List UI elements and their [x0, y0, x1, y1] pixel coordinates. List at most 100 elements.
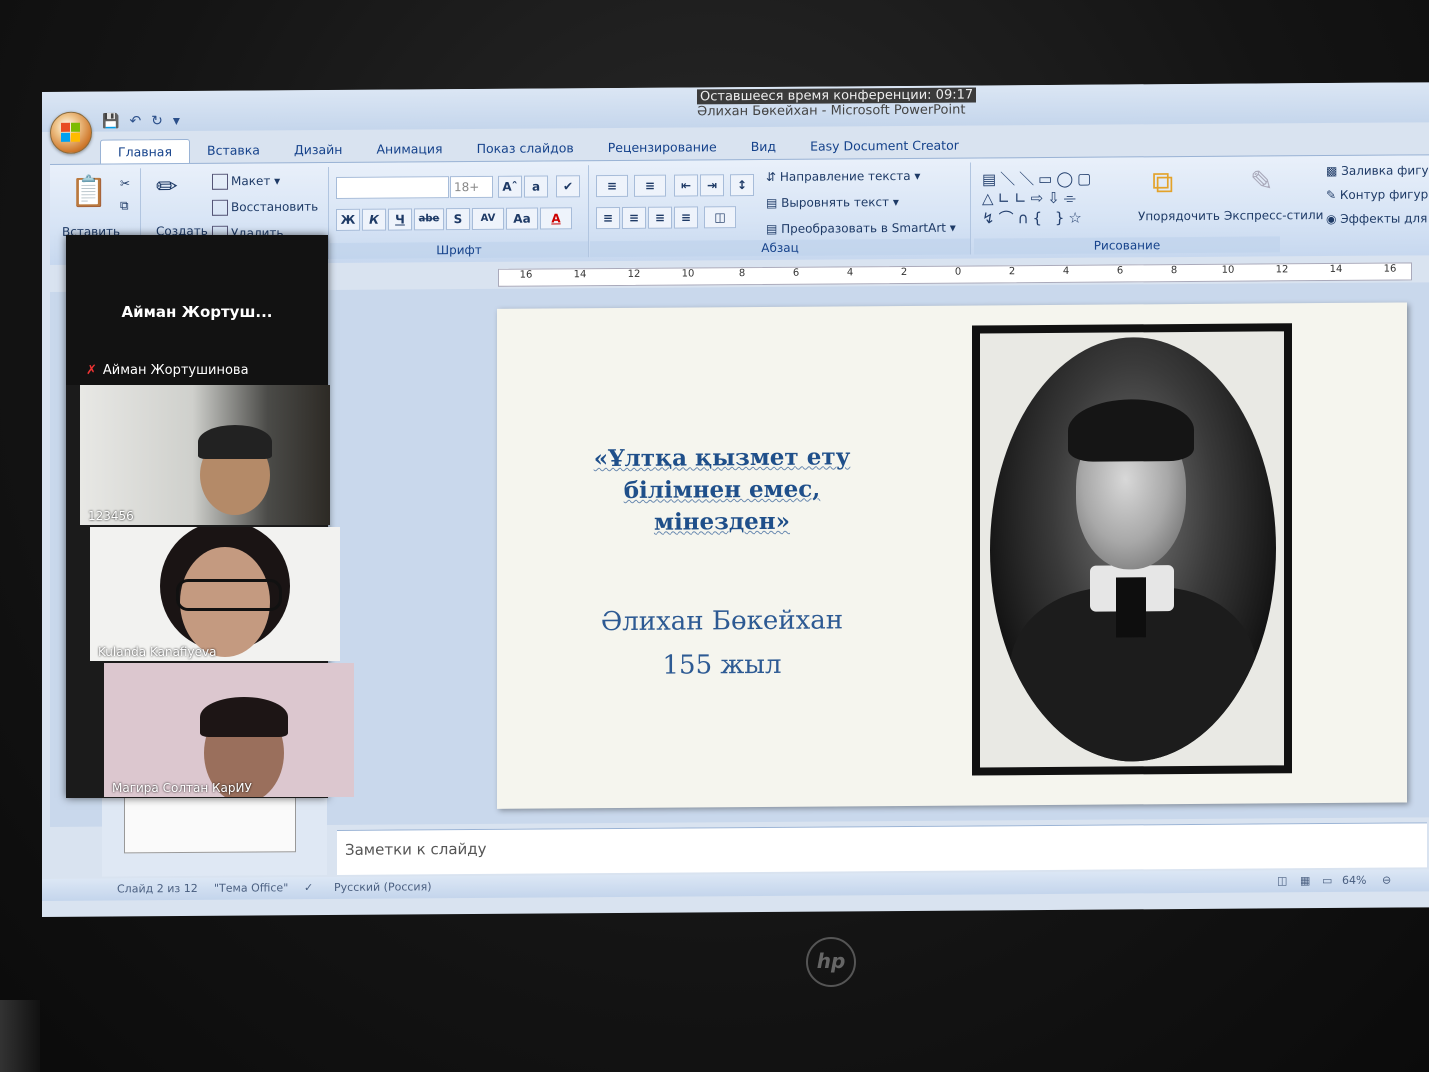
- tab-home[interactable]: Главная: [100, 138, 190, 164]
- tab-review[interactable]: Рецензирование: [591, 135, 734, 160]
- arrange-button[interactable]: Упорядочить: [1138, 209, 1220, 224]
- tab-design[interactable]: Дизайн: [277, 138, 360, 163]
- participant-video-tile[interactable]: Kulanda Kanafiyeva: [90, 527, 340, 661]
- tab-view[interactable]: Вид: [734, 135, 793, 159]
- paragraph-group-label: Абзац: [590, 238, 970, 258]
- redo-icon[interactable]: ↻: [151, 113, 163, 129]
- char-spacing-button[interactable]: AV: [472, 207, 504, 230]
- muted-mic-icon: ✗: [86, 363, 97, 378]
- speaker-title: Айман Жортуш...: [121, 303, 273, 321]
- slide-sorter-icon[interactable]: ▦: [1300, 874, 1310, 887]
- spellcheck-icon[interactable]: ✓: [304, 881, 313, 894]
- ruler-mark: 10: [1221, 264, 1235, 276]
- align-right-icon[interactable]: ≡: [648, 206, 672, 229]
- undo-icon[interactable]: ↶: [129, 113, 141, 129]
- zoom-out-icon[interactable]: ⊖: [1382, 874, 1391, 887]
- quick-styles-icon[interactable]: ✎: [1250, 164, 1273, 197]
- customize-qat-icon[interactable]: ▾: [173, 113, 180, 129]
- grow-font-button[interactable]: Aˆ: [498, 175, 522, 198]
- save-icon[interactable]: 💾: [102, 113, 119, 129]
- drawing-group-label: Рисование: [974, 236, 1280, 255]
- notes-pane[interactable]: Заметки к слайду: [337, 822, 1427, 875]
- font-color-button[interactable]: A: [540, 207, 572, 230]
- person-name: Әлихан Бөкейхан: [600, 605, 844, 638]
- slide-canvas[interactable]: «Ұлтқа қызмет ету білімнен емес, мінезде…: [497, 302, 1407, 809]
- text-direction-button[interactable]: ⇵ Направление текста ▾: [766, 169, 920, 184]
- paint-bucket-icon: ▩: [1326, 163, 1342, 179]
- align-center-icon[interactable]: ≡: [622, 206, 646, 229]
- font-group: 18+ Aˆ a ✔ Ж К Ч abe S AV Aa A Шрифт: [330, 165, 589, 259]
- shrink-font-button[interactable]: a: [524, 175, 548, 198]
- slide-thumbnail[interactable]: [124, 790, 296, 854]
- ruler-mark: 2: [900, 266, 908, 279]
- ruler-mark: 6: [1116, 265, 1124, 277]
- arrange-icon[interactable]: ⧉: [1152, 165, 1173, 200]
- reset-button[interactable]: Восстановить: [212, 199, 318, 216]
- align-text-label: Выровнять текст: [781, 195, 890, 210]
- ruler-mark: 4: [1062, 265, 1070, 277]
- slide-subtitle[interactable]: Әлихан Бөкейхан 155 жыл: [577, 598, 867, 688]
- copy-icon[interactable]: ⧉: [120, 198, 129, 213]
- participant-name: Kulanda Kanafiyeva: [98, 645, 217, 659]
- layout-icon: [212, 173, 228, 190]
- layout-button[interactable]: Макет ▾: [212, 173, 280, 190]
- clear-format-icon[interactable]: ✔: [556, 175, 580, 198]
- ruler-mark: 2: [1008, 266, 1016, 278]
- line-spacing-icon[interactable]: ↕: [730, 174, 754, 197]
- decrease-indent-icon[interactable]: ⇤: [674, 174, 698, 197]
- bold-button[interactable]: Ж: [336, 208, 360, 231]
- tab-easy-document-creator[interactable]: Easy Document Creator: [793, 133, 976, 158]
- font-group-label: Шрифт: [330, 241, 588, 259]
- tab-insert[interactable]: Вставка: [190, 138, 277, 163]
- portrait-photo[interactable]: [972, 323, 1292, 776]
- office-button[interactable]: [50, 111, 92, 154]
- reset-icon: [212, 199, 228, 216]
- bullets-icon[interactable]: ≡: [596, 174, 628, 198]
- slideshow-view-icon[interactable]: ▭: [1322, 874, 1332, 887]
- tab-slideshow[interactable]: Показ слайдов: [460, 136, 591, 161]
- align-left-icon[interactable]: ≡: [596, 206, 620, 230]
- align-text-button[interactable]: ▤ Выровнять текст ▾: [766, 195, 899, 210]
- shape-effects-button[interactable]: ◉ Эффекты для: [1326, 211, 1427, 226]
- cut-icon[interactable]: ✂: [120, 176, 130, 190]
- conference-panel[interactable]: Айман Жортуш... ✗ Айман Жортушинова 12345…: [66, 235, 354, 798]
- participant-video-tile[interactable]: 123456: [80, 385, 330, 525]
- zoom-level[interactable]: 64%: [1342, 874, 1366, 887]
- quick-styles-button[interactable]: Экспресс-стили: [1224, 208, 1323, 223]
- paste-icon[interactable]: 📋: [70, 175, 107, 210]
- font-name-combo[interactable]: [336, 176, 449, 199]
- tab-animation[interactable]: Анимация: [359, 137, 459, 162]
- smartart-button[interactable]: ▤ Преобразовать в SmartArt ▾: [766, 221, 956, 236]
- italic-button[interactable]: К: [362, 208, 386, 231]
- anniversary-years: 155 жыл: [662, 649, 782, 681]
- portrait-oval: [990, 336, 1276, 763]
- ruler-mark: 6: [792, 267, 800, 279]
- underline-button[interactable]: Ч: [388, 208, 412, 231]
- shapes-gallery-icon[interactable]: ▤＼＼▭◯▢ △∟∟⇨⇩⌯ ↯⌒∩{ }☆: [982, 168, 1095, 229]
- strikethrough-button[interactable]: abe: [414, 208, 444, 231]
- slide-quote[interactable]: «Ұлтқа қызмет ету білімнен емес, мінезде…: [577, 441, 867, 539]
- font-size-combo[interactable]: 18+: [450, 175, 493, 199]
- ruler-mark: 12: [1275, 264, 1289, 276]
- align-text-icon: ▤: [766, 195, 782, 210]
- justify-icon[interactable]: ≡: [674, 206, 698, 229]
- smartart-icon: ▤: [766, 221, 782, 236]
- drawing-group: ▤＼＼▭◯▢ △∟∟⇨⇩⌯ ↯⌒∩{ }☆ ⧉ Упорядочить ✎ Эксп…: [974, 159, 1429, 255]
- shape-fill-button[interactable]: ▩ Заливка фигу: [1326, 163, 1429, 178]
- new-slide-icon[interactable]: ✏: [156, 172, 178, 202]
- active-speaker-tile[interactable]: Айман Жортуш... ✗ Айман Жортушинова: [66, 235, 328, 385]
- ruler-mark: 4: [846, 267, 854, 279]
- ruler-mark: 10: [681, 268, 695, 280]
- normal-view-icon[interactable]: ◫: [1277, 874, 1287, 887]
- participant-hair: [200, 697, 288, 737]
- numbering-icon[interactable]: ≡: [634, 174, 666, 197]
- language-indicator[interactable]: Русский (Россия): [334, 880, 432, 894]
- change-case-button[interactable]: Aa: [506, 207, 538, 230]
- shadow-button[interactable]: S: [446, 208, 470, 231]
- columns-icon[interactable]: ◫: [704, 206, 736, 229]
- quote-line: білімнен емес,: [623, 475, 821, 504]
- participant-video-tile[interactable]: Магира Солтан КарИУ: [104, 663, 354, 797]
- participant-hair: [198, 425, 272, 459]
- increase-indent-icon[interactable]: ⇥: [700, 174, 724, 197]
- shape-outline-button[interactable]: ✎ Контур фигура: [1326, 187, 1429, 202]
